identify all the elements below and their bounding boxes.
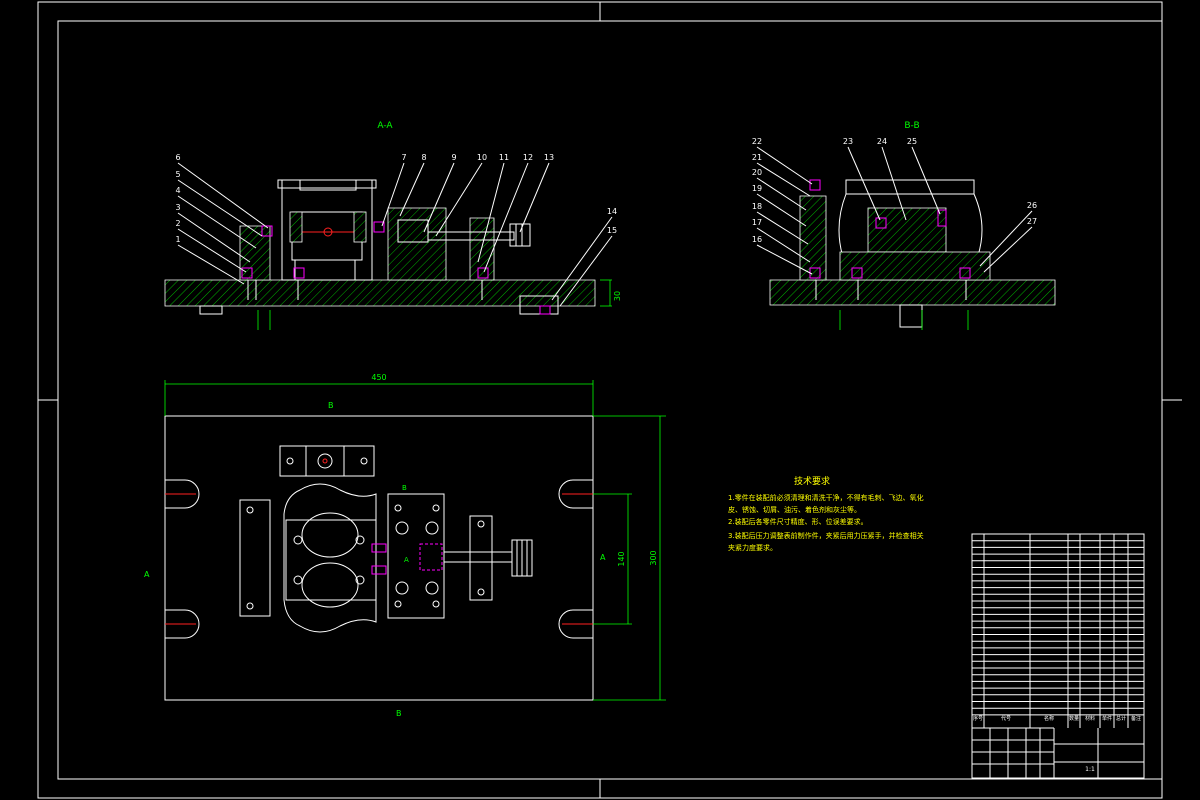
bom-header-label: 名称 [1044,715,1054,722]
callout-label: 4 [175,186,180,195]
callout-leader [979,210,1033,267]
tech-req-line-2: 皮、锈蚀、切屑、油污、着色剂和灰尘等。 [728,505,861,514]
callout-label: 6 [175,153,180,162]
plan-base-plate [164,415,594,701]
callout-label: 14 [607,207,617,216]
plan-screw-rod [443,551,513,563]
callout-leader [756,146,813,185]
section-aa-label: A-A [377,121,393,131]
bom-header-label: 总计 [1116,715,1126,722]
callout-label: 3 [175,203,180,212]
tech-req-line-4: 3.装配后压力调整表前制作件，夹紧后用力压紧手，并检查相关 [728,531,924,540]
callout-label: 15 [607,226,617,235]
tech-req-line-5: 夹紧力度要求。 [728,543,777,552]
callout-leader [177,179,263,237]
callout-label: 22 [752,137,762,146]
callout-label: 9 [451,153,456,162]
callout-leader [483,162,529,273]
cad-drawing-canvas: A-A 30 6543217 8 9 10 11 12 131415 B-B 2… [37,1,1182,799]
callout-leader [177,162,269,229]
bb-base-plate [769,279,1056,306]
callout-label: 25 [907,137,917,146]
callout-label: 21 [752,153,762,162]
drawing-border [37,1,1182,799]
aa-base-plate [164,279,596,307]
callout-label: 18 [752,202,762,211]
callout-label: 11 [499,153,509,162]
callout-label: 7 [401,153,406,162]
dim-overall-length: 450 [371,373,386,382]
section-bb-view: B-B [769,121,1056,330]
dim-base-thickness: 30 [613,291,622,301]
bom-header-label: 单件 [1102,715,1112,722]
callout-label: 10 [477,153,487,162]
mark-b-bottom: B [396,709,402,718]
bom-header-label: 数量 [1069,715,1079,722]
bom-header-label: 代号 [1001,715,1011,722]
title-block: 1:1 序号 代号 名称 数量 材料 单件 总计 备注 [971,533,1145,779]
callout-leader [983,226,1033,273]
tech-req-line-1: 1.零件在装配前必须清理和清洗干净，不得有毛刺、飞边、氧化 [728,493,924,502]
aa-handwheel [509,223,531,247]
plan-left-support [239,499,271,617]
callout-label: 16 [752,235,762,244]
section-bb-label: B-B [904,121,919,131]
callout-label: 19 [752,184,762,193]
bb-clamp [867,207,947,253]
callout-label: 20 [752,168,762,177]
bom-header-label: 备注 [1131,715,1141,722]
callout-leader [756,193,807,227]
plan-clamp-block [387,493,445,619]
callout-leader [177,195,257,249]
bom-header-label: 材料 [1085,715,1095,722]
plan-workpiece [283,483,377,633]
callout-label: 26 [1027,201,1037,210]
callout-label: 8 [421,153,426,162]
aa-screw-support [469,217,495,281]
callout-label: 27 [1027,217,1037,226]
plan-screw-support [469,515,493,601]
callout-label: 5 [175,170,180,179]
callout-label: 1 [175,235,180,244]
scale-label: 1:1 [1085,766,1095,773]
callout-label: 23 [843,137,853,146]
aa-left-support [239,225,271,281]
mark-a-right: A [600,553,606,562]
mark-a-left: A [144,570,150,579]
tech-requirements: 技术要求 1.零件在装配前必须清理和清洗干净，不得有毛刺、飞边、氧化 皮、锈蚀、… [728,475,924,552]
aa-clamp-block [387,207,447,281]
callout-label: 13 [544,153,554,162]
callout-label: 24 [877,137,887,146]
plan-view: A A B B B A 450 300 140 [144,373,666,718]
bom-header-label: 序号 [973,715,983,722]
callout-leader [847,146,881,221]
mounting-slots [165,479,593,639]
callout-leader [756,177,807,211]
mark-a-part: A [404,556,409,564]
dim-slot-spacing: 140 [617,551,626,566]
tech-req-line-3: 2.装配后各零件尺寸精度、形、位误差要求。 [728,517,868,526]
callout-leader [756,162,811,197]
tech-req-title: 技术要求 [794,475,830,487]
dim-overall-width: 300 [649,550,658,565]
callout-label: 17 [752,218,762,227]
callout-label: 12 [523,153,533,162]
mark-b-part: B [402,484,407,492]
mark-b-top: B [328,401,334,410]
callout-label: 2 [175,219,180,228]
